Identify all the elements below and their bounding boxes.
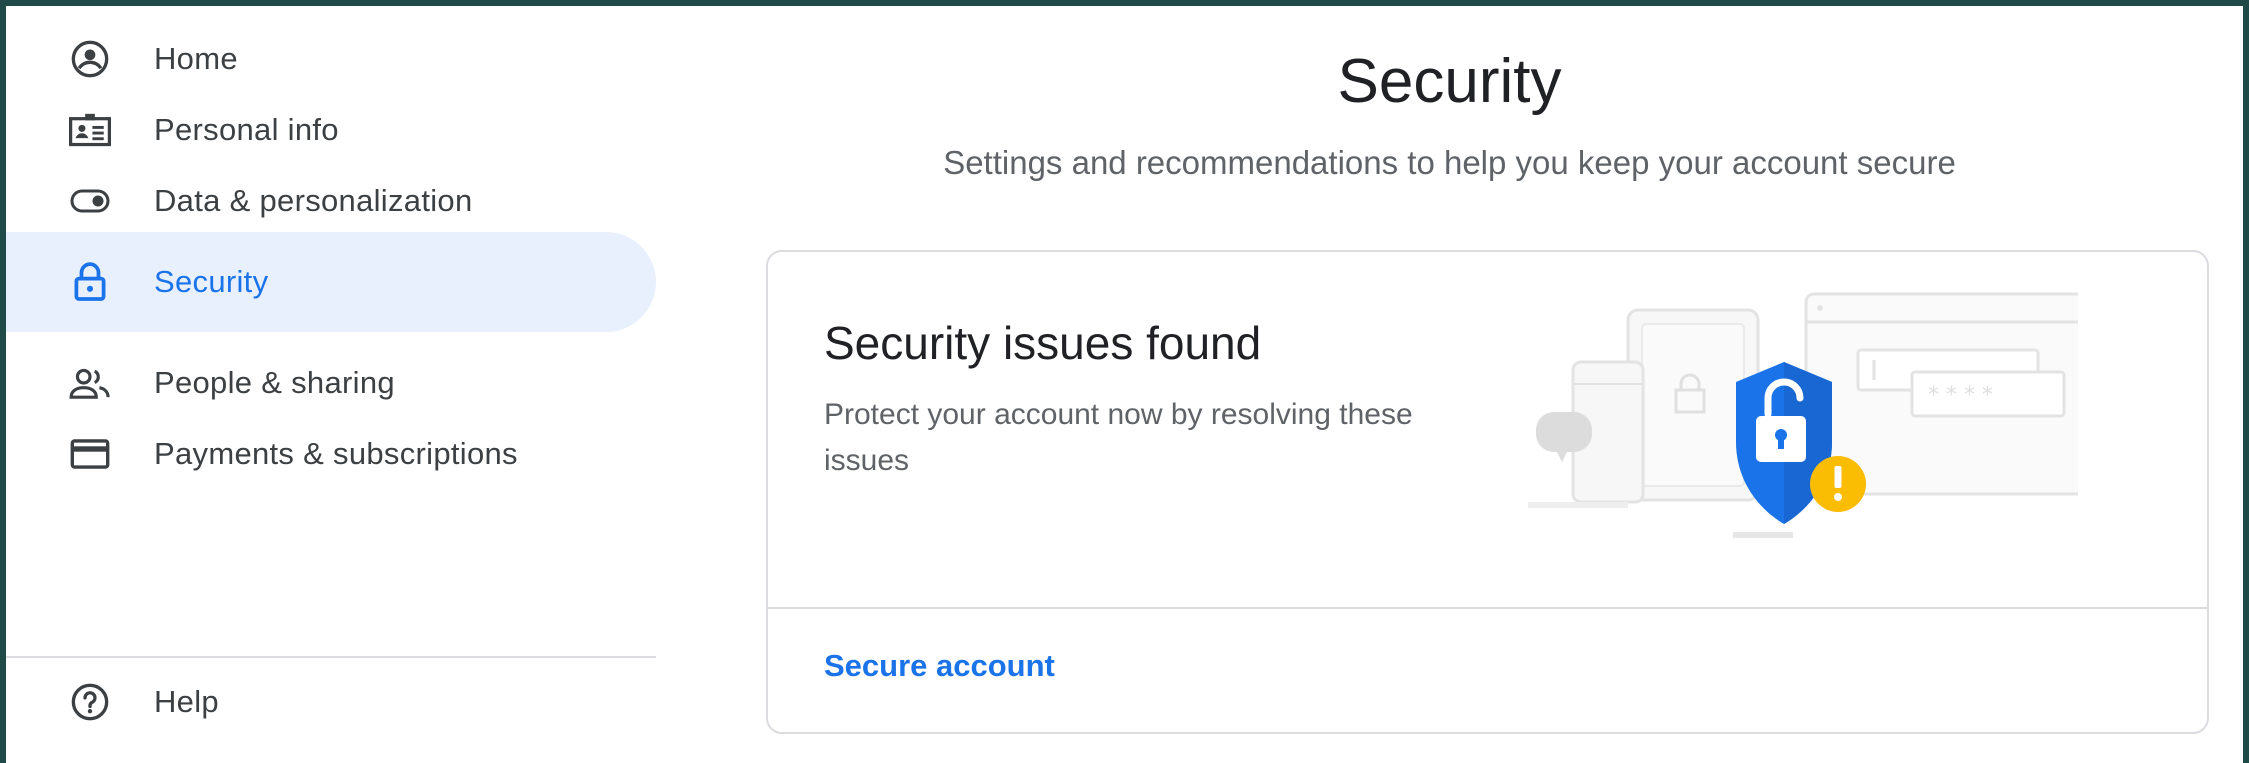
sidebar-item-payments-subscriptions[interactable]: Payments & subscriptions — [6, 404, 656, 504]
toggle-icon — [68, 179, 112, 223]
sidebar-item-label: Help — [154, 684, 219, 719]
sidebar-item-label: People & sharing — [154, 365, 395, 400]
svg-text:* * * *: * * * * — [1928, 383, 1993, 408]
id-card-icon — [68, 108, 112, 152]
sidebar-nav: Home Personal info Data & personalizatio… — [6, 6, 656, 763]
app-window: Home Personal info Data & personalizatio… — [6, 6, 2243, 763]
lock-icon — [68, 260, 112, 304]
card-divider — [768, 607, 2207, 609]
security-issues-card: Security issues found Protect your accou… — [766, 250, 2209, 734]
sidebar-item-label: Data & personalization — [154, 183, 473, 218]
help-icon — [68, 680, 112, 724]
sidebar-item-label: Payments & subscriptions — [154, 436, 518, 471]
security-illustration: * * * * — [1428, 292, 2118, 572]
account-circle-icon — [68, 37, 112, 81]
sidebar-item-label: Personal info — [154, 112, 339, 147]
main-content: Security Settings and recommendations to… — [656, 6, 2243, 763]
page-title: Security — [1337, 47, 1562, 116]
secure-account-button[interactable]: Secure account — [824, 648, 1055, 684]
sidebar-item-help[interactable]: Help — [6, 652, 656, 752]
sidebar-item-label: Home — [154, 41, 238, 76]
sidebar-item-security[interactable]: Security — [6, 232, 656, 332]
credit-card-icon — [68, 432, 112, 476]
card-description: Protect your account now by resolving th… — [824, 398, 1413, 477]
people-icon — [68, 361, 112, 405]
sidebar-item-label: Security — [154, 264, 269, 299]
card-title: Security issues found — [824, 317, 1262, 369]
page-subtitle: Settings and recommendations to help you… — [943, 144, 1956, 181]
